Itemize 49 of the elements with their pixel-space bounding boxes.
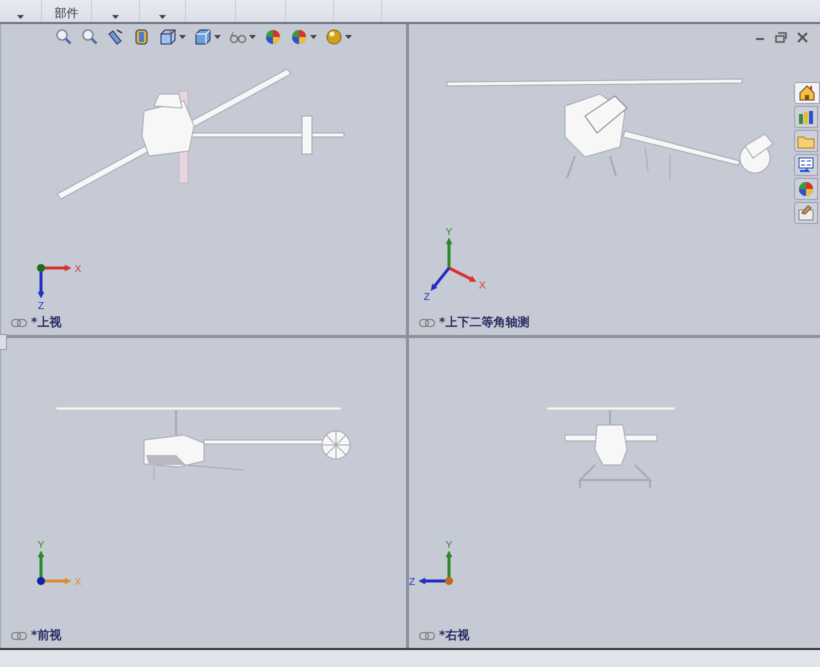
clipboard-icon (797, 204, 815, 222)
zoom-icon (55, 28, 73, 46)
books-icon (797, 108, 815, 126)
axis-label: Z (424, 292, 430, 303)
view-label: *右视 (439, 627, 470, 644)
task-pane-tab[interactable] (794, 202, 818, 224)
task-pane-tab[interactable] (794, 178, 818, 200)
origin-dot (445, 577, 453, 585)
axis-label: X (478, 280, 486, 292)
axis-label: X (74, 577, 81, 588)
axis-label: Z (409, 577, 416, 588)
axis-label: X (74, 264, 81, 275)
restore-icon (775, 32, 787, 42)
close-icon (797, 32, 808, 42)
origin-dot (37, 264, 45, 272)
restore-button[interactable] (775, 32, 787, 42)
cube-icon (194, 28, 212, 46)
task-pane-tab[interactable] (794, 106, 818, 128)
dropdown-button[interactable] (157, 15, 168, 19)
view-label: *上下二等角轴测 (439, 314, 530, 331)
axis-label: Y (446, 540, 452, 551)
chain-link-icon (419, 318, 435, 326)
color-ball-icon (290, 28, 308, 46)
cube-icon (159, 28, 177, 46)
color-ball-icon (797, 180, 815, 198)
axis-label: Y (38, 540, 44, 551)
house-icon (798, 84, 816, 102)
chain-link-icon (11, 318, 27, 326)
axis-label: Z (38, 301, 44, 312)
axis-label: Y (446, 227, 452, 238)
ribbon-button[interactable]: 部件 (54, 7, 78, 19)
dropdown-button[interactable] (110, 15, 121, 19)
collapse-handle[interactable] (0, 334, 7, 350)
origin-dot (37, 577, 45, 585)
caret-icon (112, 15, 119, 19)
caret-icon (159, 15, 166, 19)
view-palette-icon (797, 156, 815, 174)
dropdown-button[interactable] (15, 15, 26, 19)
chain-link-icon (419, 632, 435, 640)
task-pane-tab[interactable] (794, 82, 820, 104)
view-label: *上视 (31, 314, 62, 331)
view-label: *前视 (31, 627, 62, 644)
light-sphere-icon (325, 28, 343, 46)
task-pane-tab[interactable] (794, 154, 818, 176)
caret-icon (17, 15, 24, 19)
color-ball-icon (264, 28, 282, 46)
close-button[interactable] (797, 32, 808, 42)
zoom-icon (81, 28, 99, 46)
chain-link-icon (11, 632, 27, 640)
